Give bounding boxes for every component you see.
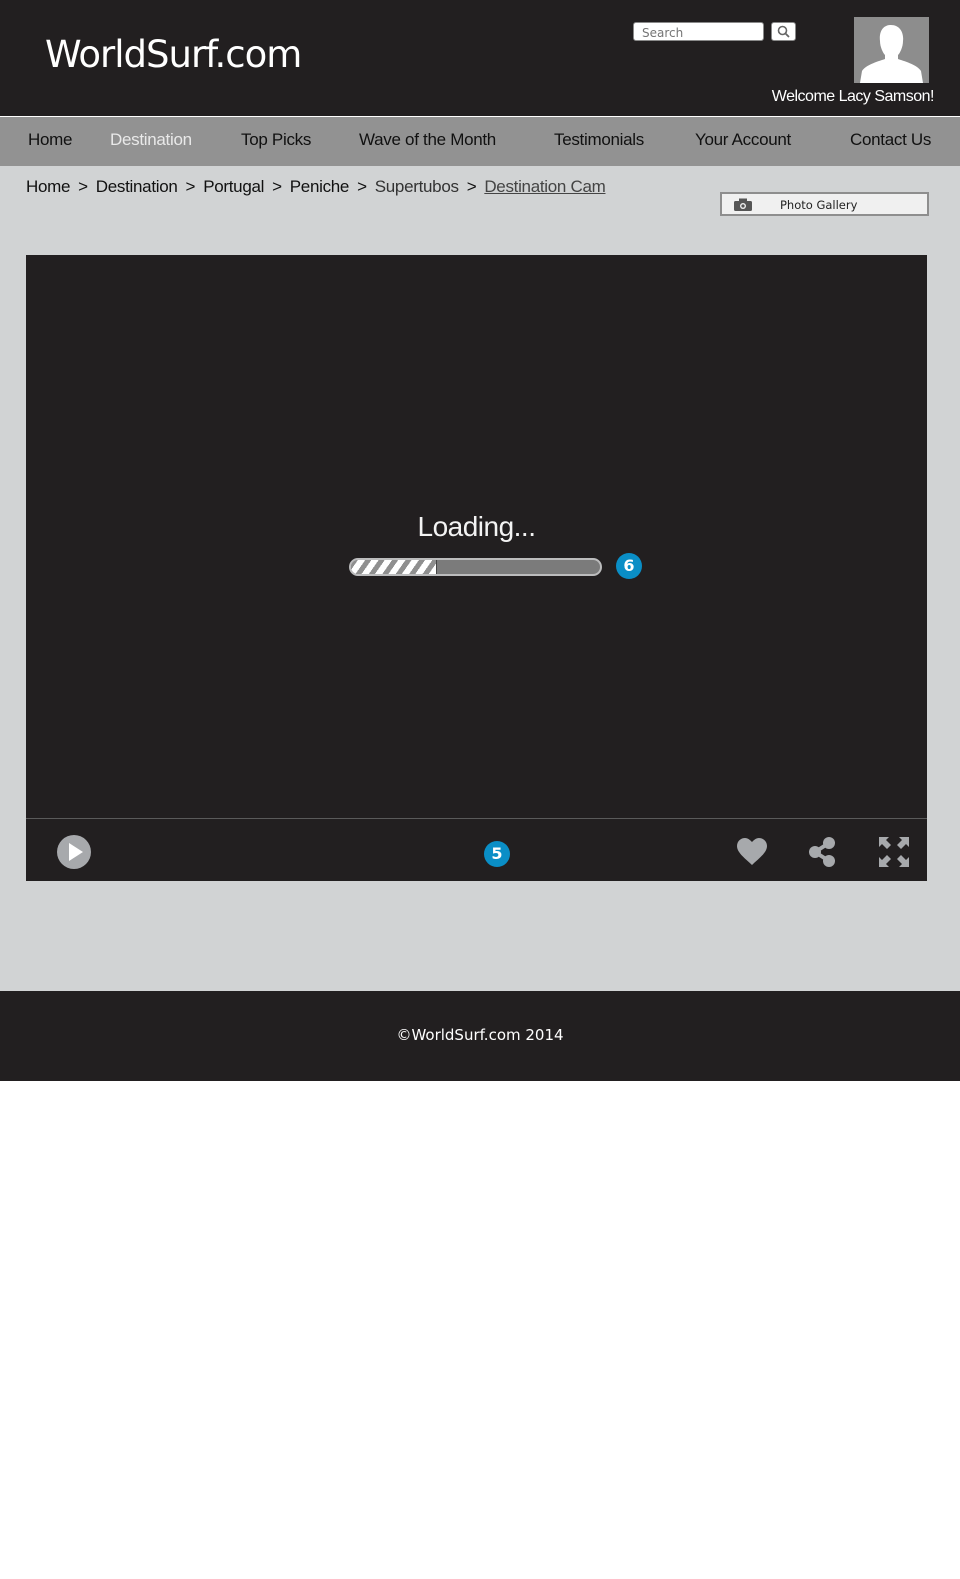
share-icon [809, 837, 835, 867]
nav-item-home[interactable]: Home [28, 130, 72, 150]
breadcrumb-portugal[interactable]: Portugal [203, 177, 264, 196]
search-button[interactable] [771, 22, 796, 41]
nav-item-destination[interactable]: Destination [110, 130, 192, 150]
fullscreen-icon [879, 837, 909, 867]
favorite-button[interactable] [737, 838, 767, 870]
copyright-text: ©WorldSurf.com 2014 [396, 1026, 564, 1044]
annotation-badge: 6 [616, 553, 642, 579]
breadcrumb-home[interactable]: Home [26, 177, 70, 196]
annotation-badge: 5 [484, 841, 510, 867]
play-button[interactable] [57, 835, 91, 874]
nav-item-testimonials[interactable]: Testimonials [554, 130, 644, 150]
breadcrumb: Home > Destination > Portugal > Peniche > Supert… [26, 177, 606, 197]
site-footer: ©WorldSurf.com 2014 [0, 991, 960, 1081]
breadcrumb-peniche[interactable]: Peniche [290, 177, 350, 196]
nav-item-your-account[interactable]: Your Account [695, 130, 791, 150]
photo-gallery-label: Photo Gallery [780, 198, 858, 212]
nav-item-contact-us[interactable]: Contact Us [850, 130, 931, 150]
breadcrumb-separator: > [357, 177, 367, 196]
main-nav: Home Destination Top Picks Wave of the M… [0, 117, 960, 166]
video-player[interactable]: Loading... 6 5 [26, 255, 927, 881]
loading-progress-fill [351, 560, 437, 574]
video-viewport[interactable]: Loading... 6 [26, 255, 927, 819]
heart-icon [737, 838, 767, 865]
camera-icon [734, 198, 752, 211]
nav-item-top-picks[interactable]: Top Picks [241, 130, 311, 150]
nav-item-wave-of-the-month[interactable]: Wave of the Month [359, 130, 496, 150]
breadcrumb-separator: > [272, 177, 282, 196]
player-controls: 5 [26, 819, 927, 881]
welcome-message: Welcome Lacy Samson! [771, 88, 935, 105]
breadcrumb-separator: > [185, 177, 196, 196]
main-content: Home > Destination > Portugal > Peniche > Supert… [0, 166, 960, 991]
fullscreen-button[interactable] [879, 837, 909, 872]
site-header: WorldSurf.com Welcome Lacy Samson! [0, 0, 960, 116]
search-icon [777, 25, 790, 38]
user-silhouette-icon [860, 25, 923, 83]
share-button[interactable] [809, 837, 835, 872]
breadcrumb-destination-cam[interactable]: Destination Cam [484, 177, 605, 196]
breadcrumb-separator: > [78, 177, 88, 196]
play-icon [57, 835, 91, 869]
loading-text: Loading... [417, 511, 537, 542]
search-input[interactable] [633, 22, 764, 41]
breadcrumb-supertubos[interactable]: Supertubos [375, 177, 459, 196]
breadcrumb-destination[interactable]: Destination [96, 177, 178, 196]
photo-gallery-button[interactable]: Photo Gallery [720, 192, 929, 216]
avatar[interactable] [854, 17, 929, 83]
loading-progress-bar [349, 558, 602, 576]
breadcrumb-separator: > [466, 177, 477, 196]
site-logo[interactable]: WorldSurf.com [45, 33, 302, 76]
